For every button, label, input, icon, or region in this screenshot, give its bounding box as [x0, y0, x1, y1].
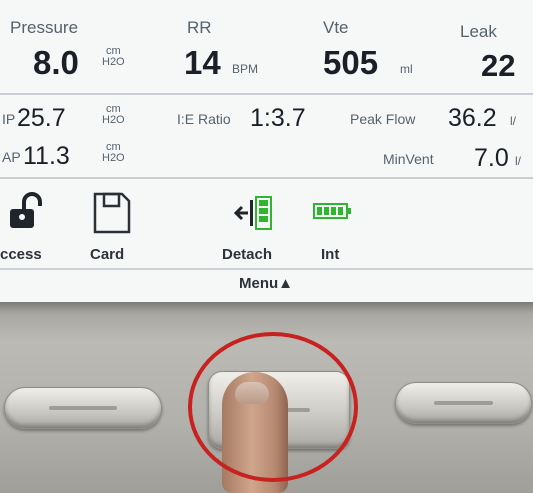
ventilator-screen: Pressure 8.0 cm H2O RR 14 BPM Vte 505 ml … [0, 0, 533, 302]
minvent-value: 7.0 [474, 144, 509, 172]
leak-label: Leak [460, 22, 497, 41]
unlock-icon [10, 192, 42, 228]
access-label: ccess [0, 246, 42, 263]
memory-card-icon [93, 192, 131, 234]
separator [0, 268, 533, 270]
ie-ratio-value: 1:3.7 [250, 104, 306, 132]
access-button[interactable] [6, 192, 46, 235]
rr-unit: BPM [232, 62, 259, 76]
card-label: Card [90, 246, 125, 263]
pressure-label: Pressure [10, 18, 79, 37]
rr-label: RR [187, 18, 212, 37]
map-label: AP [2, 149, 21, 165]
right-softkey[interactable] [395, 382, 532, 424]
internal-battery-indicator [313, 202, 353, 225]
vte-label: Vte [323, 18, 349, 37]
detach-label: Detach [222, 246, 273, 263]
card-button[interactable] [92, 191, 132, 240]
pip-value: 25.7 [17, 104, 66, 132]
highlight-circle [188, 332, 358, 482]
pressure-unit: cm H2O [102, 45, 125, 68]
detach-button[interactable] [233, 194, 274, 237]
peak-flow-value: 36.2 [448, 104, 497, 132]
peak-flow-label: Peak Flow [350, 111, 416, 127]
peak-flow-unit: l/ [510, 114, 516, 128]
rr-value: 14 [184, 44, 221, 81]
map-value: 11.3 [23, 142, 70, 170]
vte-value: 505 [323, 44, 379, 81]
pressure-value: 8.0 [33, 44, 79, 81]
map-unit: cm H2O [102, 141, 125, 164]
cutoff-top-labels [330, 0, 533, 4]
minvent-unit: l/ [515, 154, 521, 168]
menu-label[interactable]: Menu▲ [239, 275, 293, 292]
battery-detach-icon [233, 196, 272, 230]
left-softkey[interactable] [4, 387, 162, 429]
int-label: Int [321, 246, 340, 263]
separator [0, 177, 533, 179]
pip-unit: cm H2O [102, 103, 125, 126]
pip-label: IP [2, 111, 16, 127]
ie-ratio-label: I:E Ratio [177, 111, 231, 127]
battery-icon [313, 203, 351, 219]
leak-value: 22 [481, 48, 516, 83]
minvent-label: MinVent [383, 151, 434, 167]
vte-unit: ml [400, 62, 413, 76]
separator [0, 93, 533, 95]
